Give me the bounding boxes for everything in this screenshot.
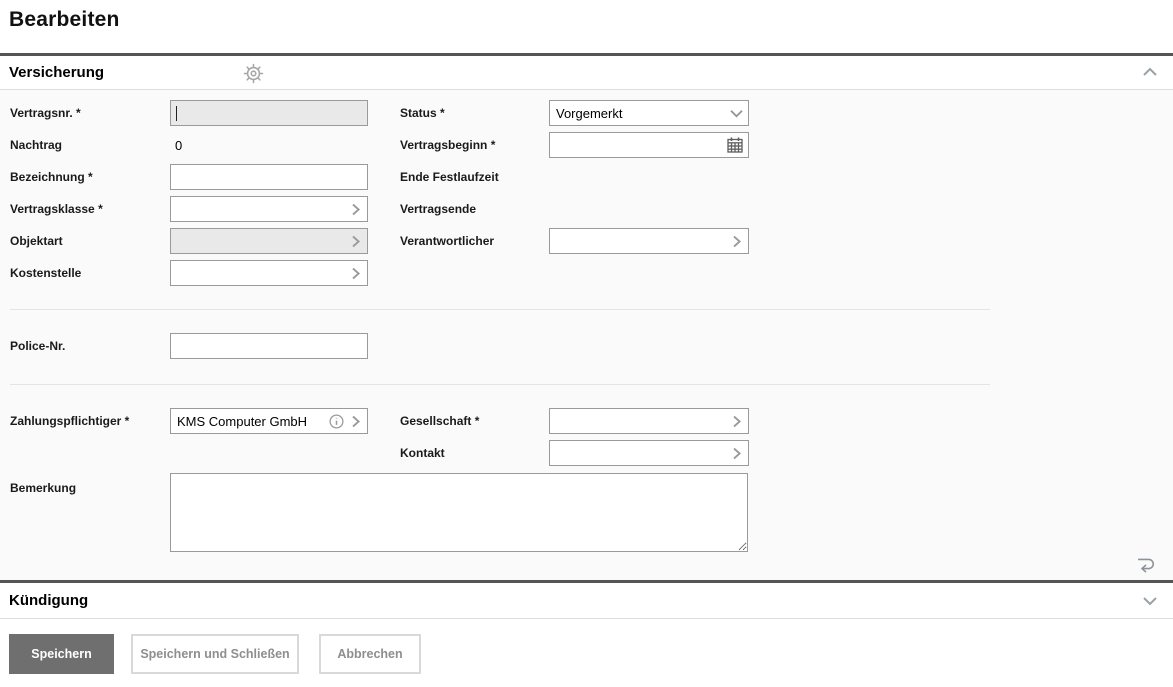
bezeichnung-label: Bezeichnung *: [10, 170, 93, 184]
row-nachtrag-vertragsbeginn: Nachtrag 0 Vertragsbeginn *: [10, 132, 990, 158]
kontakt-input[interactable]: [550, 441, 729, 465]
edit-page: Bearbeiten Versicherung Vertragsnr. * St…: [0, 0, 1173, 687]
objektart-label: Objektart: [10, 234, 63, 248]
vertragsklasse-field: [170, 196, 368, 222]
row-police-nr: Police-Nr.: [10, 333, 990, 359]
kuendigung-title: Kündigung: [9, 592, 89, 609]
bezeichnung-input[interactable]: [170, 164, 368, 190]
status-selected-value: Vorgemerkt: [556, 105, 623, 121]
ende-festlaufzeit-label: Ende Festlaufzeit: [400, 170, 499, 184]
speichern-button[interactable]: Speichern: [9, 634, 114, 674]
gesellschaft-field: [549, 408, 749, 434]
status-label: Status *: [400, 106, 445, 120]
chevron-down-icon: [728, 108, 745, 119]
calendar-icon[interactable]: [726, 136, 748, 154]
vertragsnr-input[interactable]: [170, 100, 368, 126]
page-title: Bearbeiten: [9, 8, 120, 31]
vertragsnr-label: Vertragsnr. *: [10, 106, 81, 120]
zahlungspflichtiger-input[interactable]: [171, 409, 328, 433]
objektart-input: [171, 229, 348, 253]
vertragsende-label: Vertragsende: [400, 202, 477, 216]
lookup-chevron-icon[interactable]: [348, 202, 367, 217]
text-cursor: [176, 105, 177, 121]
nachtrag-label: Nachtrag: [10, 138, 63, 152]
kontakt-label: Kontakt: [400, 446, 445, 460]
kostenstelle-label: Kostenstelle: [10, 266, 82, 280]
field-group-main: Vertragsnr. * Status * Vorgemerkt Nachtr…: [10, 90, 990, 309]
info-icon[interactable]: [328, 413, 345, 430]
lookup-chevron-icon[interactable]: [348, 266, 367, 281]
row-kontakt: Kontakt: [10, 440, 990, 466]
lookup-chevron-icon[interactable]: [729, 234, 748, 249]
zahlungspflichtiger-label: Zahlungspflichtiger *: [10, 414, 130, 428]
versicherung-body: Vertragsnr. * Status * Vorgemerkt Nachtr…: [0, 90, 1173, 580]
button-bar: Speichern Speichern und Schließen Abbrec…: [0, 619, 1173, 684]
kostenstelle-input[interactable]: [171, 261, 348, 285]
form-area: Vertragsnr. * Status * Vorgemerkt Nachtr…: [10, 90, 990, 552]
vertragsbeginn-label: Vertragsbeginn *: [400, 138, 496, 152]
chevron-down-icon[interactable]: [1141, 595, 1159, 607]
undo-icon[interactable]: [1135, 554, 1157, 574]
vertragsbeginn-field: [549, 132, 749, 158]
field-group-police: Police-Nr.: [10, 309, 990, 384]
section-kuendigung: Kündigung: [0, 580, 1173, 619]
speichern-und-schliessen-button[interactable]: Speichern und Schließen: [131, 634, 299, 674]
row-kostenstelle: Kostenstelle: [10, 260, 990, 286]
lookup-chevron-icon[interactable]: [729, 414, 748, 429]
row-objektart-verantwortlicher: Objektart Verantwortlicher: [10, 228, 990, 254]
bemerkung-label: Bemerkung: [10, 481, 77, 495]
section-versicherung: Versicherung Vertragsnr. * Status * Vorg…: [0, 53, 1173, 580]
verantwortlicher-label: Verantwortlicher: [400, 234, 495, 248]
kontakt-field: [549, 440, 749, 466]
abbrechen-button[interactable]: Abbrechen: [319, 634, 421, 674]
lookup-chevron-icon[interactable]: [348, 234, 367, 249]
row-vertragsnr-status: Vertragsnr. * Status * Vorgemerkt: [10, 100, 990, 126]
kuendigung-header[interactable]: Kündigung: [0, 583, 1173, 619]
vertragsklasse-label: Vertragsklasse *: [10, 202, 103, 216]
police-nr-input[interactable]: [170, 333, 368, 359]
police-nr-label: Police-Nr.: [10, 339, 66, 353]
bemerkung-textarea[interactable]: [170, 473, 748, 552]
row-bezeichnung-endefestlaufzeit: Bezeichnung * Ende Festlaufzeit: [10, 164, 990, 190]
versicherung-title: Versicherung: [9, 64, 105, 81]
chevron-up-icon[interactable]: [1141, 66, 1159, 78]
lookup-chevron-icon[interactable]: [348, 414, 363, 429]
verantwortlicher-field: [549, 228, 749, 254]
versicherung-header: Versicherung: [0, 56, 1173, 90]
verantwortlicher-input[interactable]: [550, 229, 729, 253]
vertragsklasse-input[interactable]: [171, 197, 348, 221]
nachtrag-value: 0: [175, 137, 183, 153]
vertragsbeginn-input[interactable]: [550, 133, 726, 157]
kostenstelle-field: [170, 260, 368, 286]
gesellschaft-label: Gesellschaft *: [400, 414, 480, 428]
row-vertragsklasse-vertragsende: Vertragsklasse * Vertragsende: [10, 196, 990, 222]
objektart-field: [170, 228, 368, 254]
row-bemerkung: Bemerkung: [10, 473, 990, 552]
zahlungspflichtiger-field: [170, 408, 368, 434]
gear-icon[interactable]: [242, 62, 265, 85]
status-select[interactable]: Vorgemerkt: [549, 100, 749, 126]
field-group-parties: Zahlungspflichtiger * KMS Computer GmbH …: [10, 384, 990, 552]
gesellschaft-input[interactable]: [550, 409, 729, 433]
row-zahlungspflichtiger-gesellschaft: Zahlungspflichtiger * KMS Computer GmbH …: [10, 408, 990, 434]
lookup-chevron-icon[interactable]: [729, 446, 748, 461]
